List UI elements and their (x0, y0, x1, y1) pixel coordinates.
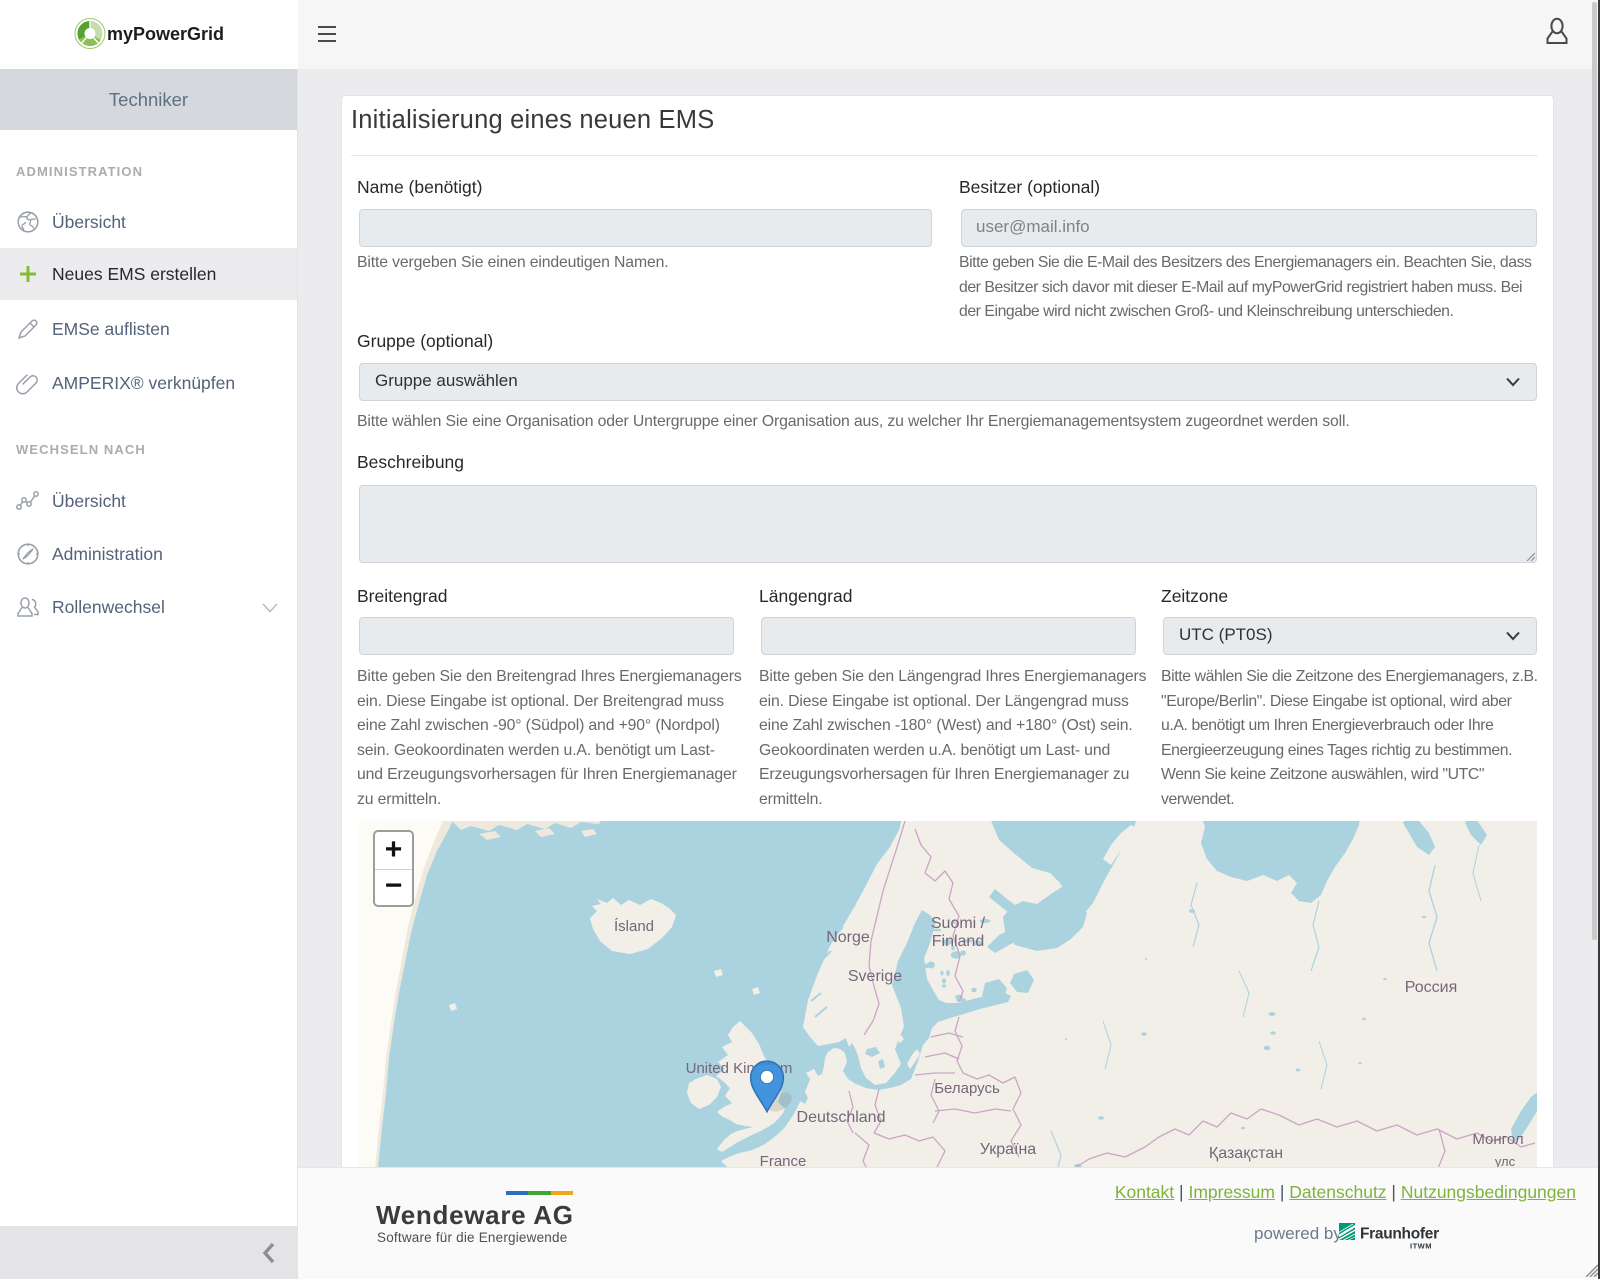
svg-text:ITWM: ITWM (1410, 1242, 1432, 1251)
svg-text:Finland: Finland (932, 933, 984, 950)
svg-text:Ísland: Ísland (614, 918, 654, 935)
svg-text:Suomi /: Suomi / (931, 915, 986, 932)
svg-text:Sverige: Sverige (848, 968, 902, 985)
svg-text:Россия: Россия (1405, 979, 1457, 996)
svg-text:Fraunhofer: Fraunhofer (1360, 1226, 1439, 1243)
svg-text:Україна: Україна (980, 1141, 1037, 1158)
svg-text:Монгол: Монгол (1472, 1131, 1523, 1148)
svg-text:Қазақстан: Қазақстан (1209, 1145, 1283, 1162)
svg-text:Беларусь: Беларусь (934, 1080, 1000, 1097)
svg-text:Norge: Norge (826, 929, 870, 946)
svg-text:Deutschland: Deutschland (797, 1109, 886, 1126)
